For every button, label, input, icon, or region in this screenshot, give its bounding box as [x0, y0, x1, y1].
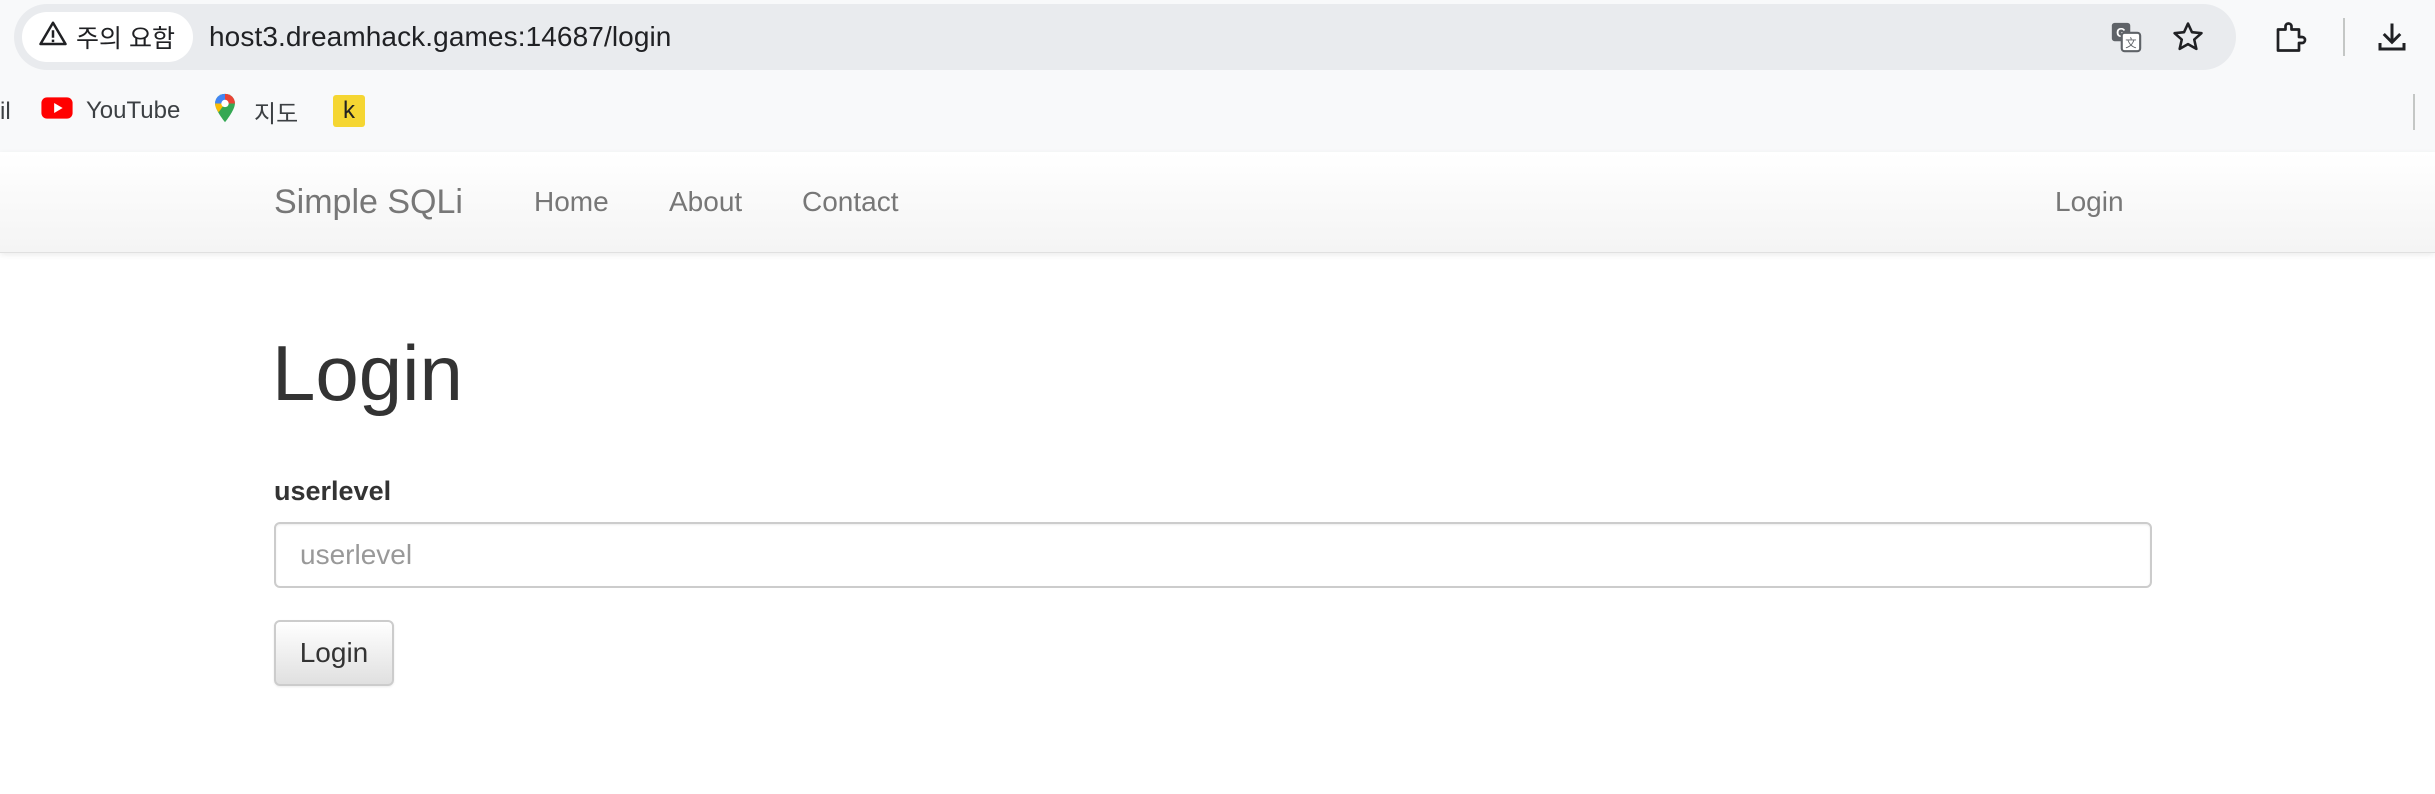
- warning-icon: [38, 19, 68, 56]
- nav-link-contact[interactable]: Contact: [802, 152, 899, 252]
- bookmark-partial-label[interactable]: il: [0, 98, 11, 126]
- page-title: Login: [272, 329, 463, 417]
- bookmarks-divider: [2413, 94, 2415, 130]
- nav-link-login[interactable]: Login: [2055, 152, 2124, 252]
- browser-toolbar: 주의 요함 host3.dreamhack.games:14687/login …: [0, 0, 2435, 74]
- url-text[interactable]: host3.dreamhack.games:14687/login: [209, 4, 671, 70]
- userlevel-input[interactable]: [274, 522, 2152, 588]
- bookmark-youtube-label: YouTube: [86, 97, 181, 124]
- site-navbar: Simple SQLi Home About Contact Login: [0, 152, 2435, 253]
- address-bar[interactable]: 주의 요함 host3.dreamhack.games:14687/login …: [14, 4, 2236, 70]
- maps-pin-icon: [208, 91, 242, 132]
- youtube-icon: [40, 91, 74, 132]
- security-chip[interactable]: 주의 요함: [22, 12, 193, 62]
- download-icon[interactable]: [2370, 15, 2414, 59]
- userlevel-label: userlevel: [274, 476, 392, 506]
- bookmarks-bar: il YouTube 지도 k: [0, 74, 2435, 153]
- bookmark-star-icon[interactable]: [2168, 17, 2208, 57]
- login-submit-button[interactable]: Login: [274, 620, 394, 686]
- nav-link-about[interactable]: About: [669, 152, 742, 252]
- security-chip-label: 주의 요함: [76, 25, 175, 53]
- bookmark-maps[interactable]: 지도: [208, 90, 298, 132]
- toolbar-divider: [2343, 18, 2345, 56]
- translate-icon[interactable]: G文: [2106, 17, 2146, 57]
- navbar-brand[interactable]: Simple SQLi: [274, 152, 463, 252]
- nav-link-home[interactable]: Home: [534, 152, 609, 252]
- bookmark-maps-label: 지도: [254, 100, 299, 128]
- extensions-icon[interactable]: [2268, 15, 2312, 59]
- k-bookmark-icon: k: [333, 95, 365, 127]
- bookmark-k[interactable]: k: [333, 90, 365, 132]
- bookmark-youtube[interactable]: YouTube: [40, 90, 180, 132]
- svg-text:文: 文: [2125, 36, 2136, 50]
